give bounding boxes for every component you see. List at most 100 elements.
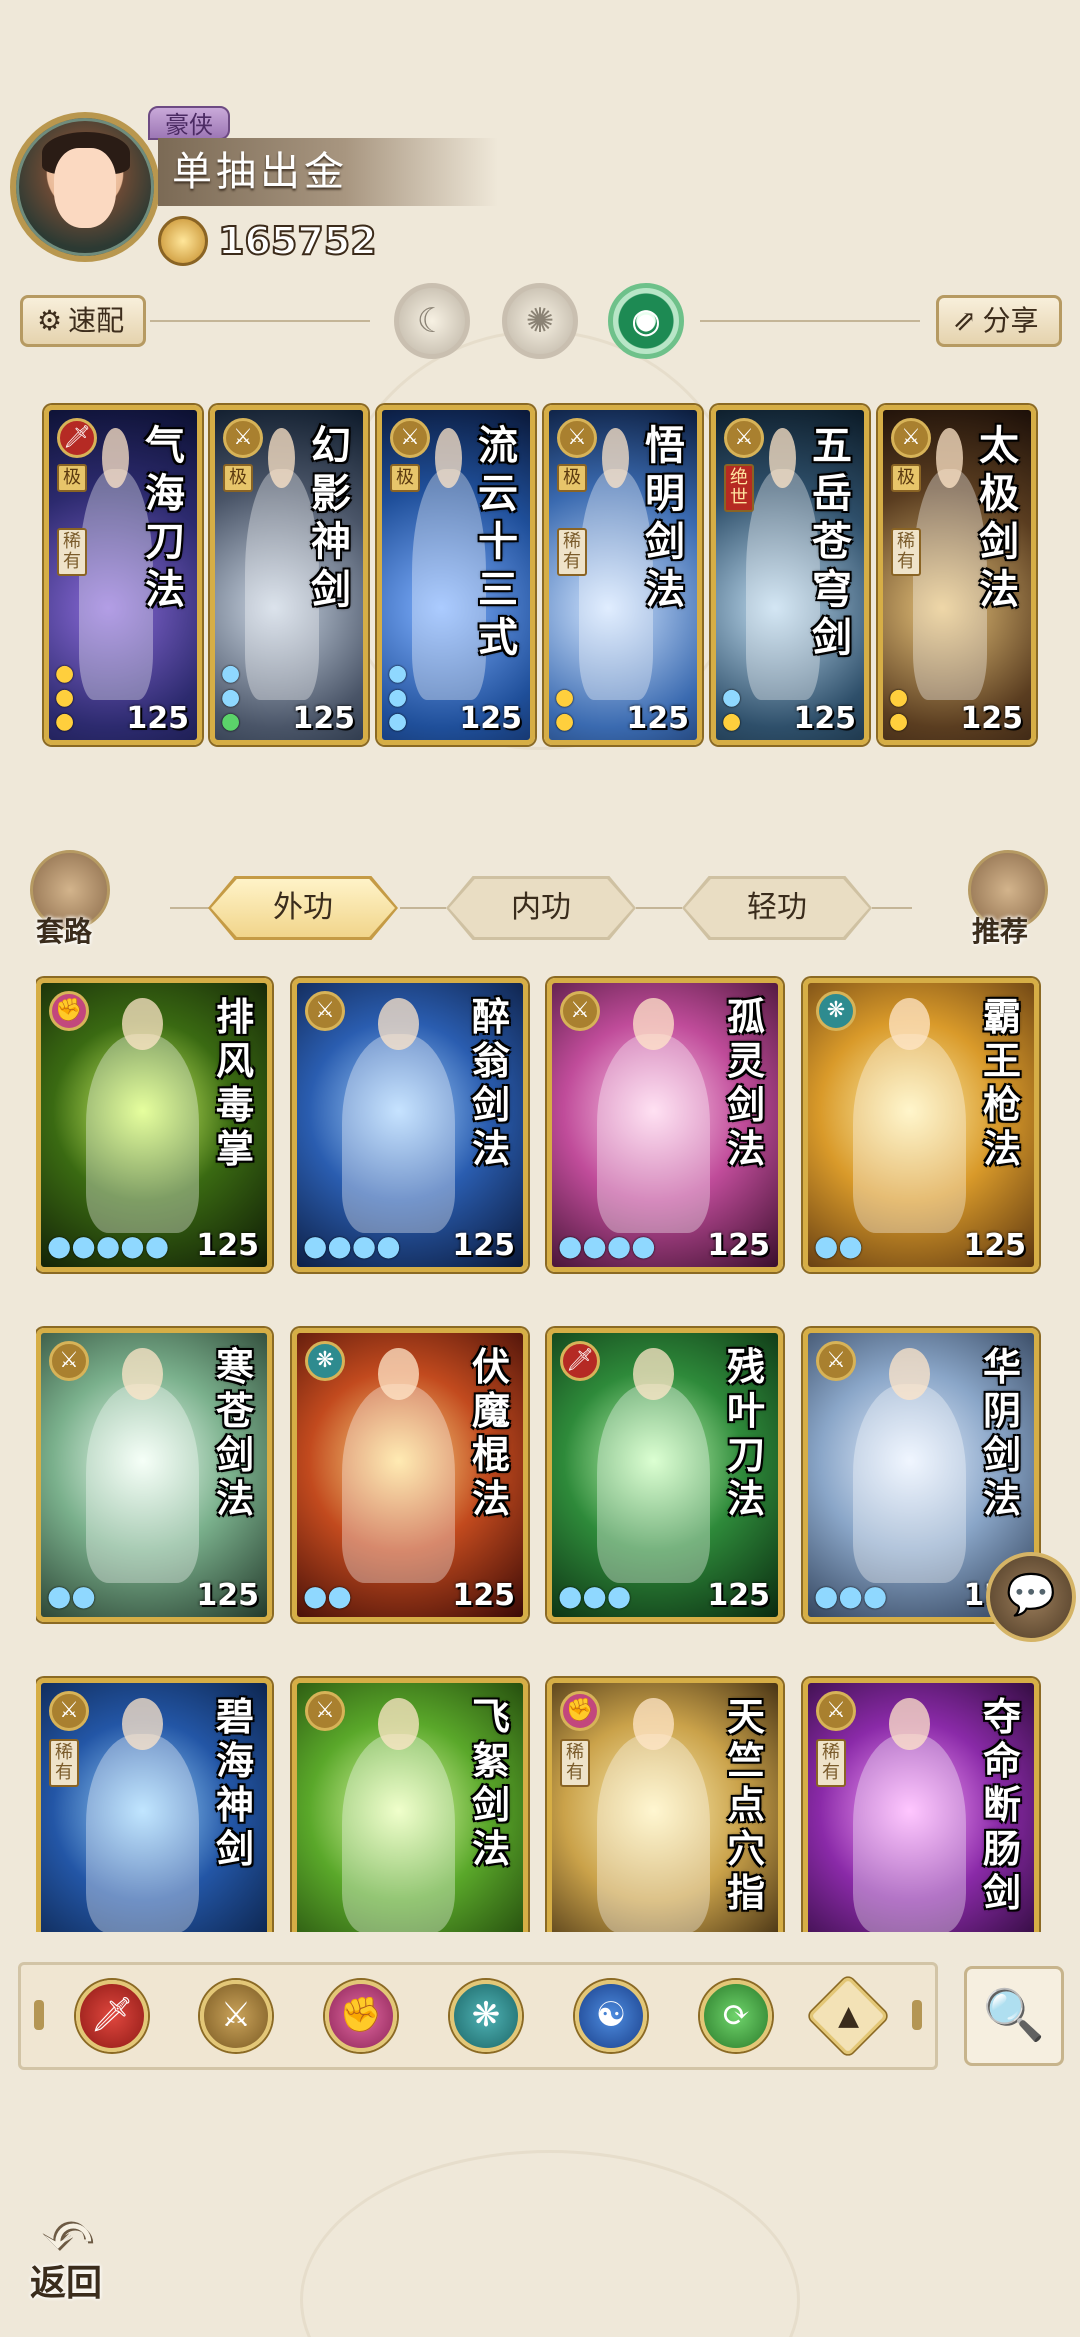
skill-title: 天竺点穴指 xyxy=(726,1694,765,1915)
skill-level: 125 xyxy=(126,701,189,736)
equipped-skill-card[interactable]: ⚔ 悟明剑法 极稀有 ● ● 125 xyxy=(544,405,702,745)
skill-title: 碧海神剑 xyxy=(215,1694,254,1871)
element-badge-icon: ✊ xyxy=(560,1691,600,1731)
skill-card[interactable]: ⚔ 夺命断肠剑 稀有 xyxy=(803,1678,1039,1932)
blade-filter-icon[interactable]: 🗡 xyxy=(76,1980,148,2052)
background-ornament xyxy=(300,2150,800,2337)
share-label: 分享 xyxy=(982,304,1039,337)
divider-line xyxy=(150,320,370,322)
element-badge-icon: 🗡 xyxy=(57,418,97,458)
skill-pips: ●●●● xyxy=(558,1229,656,1262)
sword-filter-icon[interactable]: ⚔ xyxy=(200,1980,272,2052)
tab-light-wrap: 轻功 xyxy=(682,876,872,940)
moon-mode-button[interactable]: ☾ xyxy=(394,283,470,359)
skill-character-art xyxy=(912,427,987,701)
tab-inner-skills[interactable]: 内功 xyxy=(446,876,636,940)
skill-title: 流云十三式 xyxy=(478,422,518,661)
skill-card[interactable]: ❋ 伏魔棍法 ●● 125 xyxy=(292,1328,528,1622)
skill-card[interactable]: ⚔ 醉翁剑法 ●●●● 125 xyxy=(292,978,528,1272)
element-badge-icon: ⚔ xyxy=(223,418,263,458)
skill-level: 125 xyxy=(707,1228,770,1263)
skill-pips: ●●● xyxy=(221,661,241,734)
skill-character-art xyxy=(342,1698,456,1932)
skill-card-grid[interactable]: ✊ 排风毒掌 ●●●●● 125 ⚔ 醉翁剑法 ●●●● 125 ⚔ 孤灵剑法 ●●●● 125 ❋ 霸王… xyxy=(36,974,1048,1932)
search-button[interactable]: 🔍 xyxy=(964,1966,1064,2066)
grade-tag: 极 xyxy=(223,464,253,492)
skill-card[interactable]: ⚔ 碧海神剑 稀有 xyxy=(36,1678,272,1932)
tab-outer-skills[interactable]: 外功 xyxy=(208,876,398,940)
element-badge-icon: ⚔ xyxy=(49,1691,89,1731)
skill-title: 伏魔棍法 xyxy=(471,1344,510,1521)
skill-character-art xyxy=(597,1348,711,1583)
equipped-skill-card[interactable]: ⚔ 流云十三式 极 ● ● ● 125 xyxy=(377,405,535,745)
swirl-filter-icon[interactable]: ⟳ xyxy=(700,1980,772,2052)
skill-card[interactable]: ⚔ 寒苍剑法 ●● 125 xyxy=(36,1328,272,1622)
sun-mode-button[interactable]: ✺ xyxy=(502,283,578,359)
skill-title: 悟明剑法 xyxy=(645,422,685,613)
rarity-tag: 稀有 xyxy=(560,1739,590,1787)
fan-filter-icon[interactable]: ❋ xyxy=(450,1980,522,2052)
share-icon: ⇗ xyxy=(953,304,977,337)
speed-match-label: 速配 xyxy=(68,304,125,337)
skill-pips: ●●● xyxy=(388,661,408,734)
recommend-label: 推荐 xyxy=(972,915,1029,948)
routines-label: 套路 xyxy=(36,915,93,948)
skill-title: 飞絮剑法 xyxy=(471,1694,510,1871)
skill-card[interactable]: ✊ 排风毒掌 ●●●●● 125 xyxy=(36,978,272,1272)
back-label: 返回 xyxy=(30,2262,103,2304)
skill-pips: ●● xyxy=(555,685,575,734)
wheel-mode-button[interactable]: ◉ xyxy=(608,283,684,359)
skill-title: 寒苍剑法 xyxy=(215,1344,254,1521)
skill-level: 125 xyxy=(707,1578,770,1613)
fist-filter-icon[interactable]: ✊ xyxy=(325,1980,397,2052)
divider-line xyxy=(400,907,446,909)
skill-card[interactable]: ❋ 霸王枪法 ●● 125 xyxy=(803,978,1039,1272)
skill-title: 华阴剑法 xyxy=(982,1344,1021,1521)
equipped-skill-card[interactable]: 🗡 气海刀法 极稀有 ● ● ● 125 xyxy=(44,405,202,745)
element-badge-icon: ⚔ xyxy=(305,991,345,1031)
element-badge-icon: ⚔ xyxy=(816,1341,856,1381)
divider-line xyxy=(700,320,920,322)
skill-level: 125 xyxy=(292,701,355,736)
element-badge-icon: 🗡 xyxy=(560,1341,600,1381)
skill-title: 五岳苍穹剑 xyxy=(812,422,852,661)
tab-light-skills[interactable]: 轻功 xyxy=(682,876,872,940)
skill-level: 125 xyxy=(452,1578,515,1613)
player-rank-badge: 豪侠 xyxy=(148,106,230,140)
tab-outer-wrap: 外功 xyxy=(208,876,398,940)
grade-tag: 极 xyxy=(891,464,921,492)
skill-card[interactable]: 🗡 残叶刀法 ●●● 125 xyxy=(547,1328,783,1622)
speed-match-button[interactable]: ⚙ 速配 xyxy=(20,295,146,347)
player-avatar[interactable] xyxy=(10,112,160,262)
element-badge-icon: ⚔ xyxy=(305,1691,345,1731)
grade-tag: 极 xyxy=(57,464,87,492)
coin-count: 165752 xyxy=(217,218,378,264)
element-badge-icon: ⚔ xyxy=(891,418,931,458)
skill-card[interactable]: ✊ 天竺点穴指 稀有 xyxy=(547,1678,783,1932)
grade-tag: 绝世 xyxy=(724,464,754,512)
element-badge-icon: ❋ xyxy=(305,1341,345,1381)
equipped-skill-card[interactable]: ⚔ 五岳苍穹剑 绝世 ● ● 125 xyxy=(711,405,869,745)
skill-title: 夺命断肠剑 xyxy=(982,1694,1021,1915)
share-button[interactable]: ⇗ 分享 xyxy=(936,295,1062,347)
filter-bar-end-cap xyxy=(912,2000,922,2030)
back-button[interactable]: ↶ 返回 xyxy=(24,2190,144,2310)
skill-character-art xyxy=(78,427,153,701)
skill-card[interactable]: ⚔ 飞絮剑法 xyxy=(292,1678,528,1932)
skill-title: 残叶刀法 xyxy=(726,1344,765,1521)
skill-character-art xyxy=(244,427,319,701)
divider-line xyxy=(872,907,912,909)
chat-button[interactable]: 💬 xyxy=(986,1552,1076,1642)
skill-card[interactable]: ⚔ 孤灵剑法 ●●●● 125 xyxy=(547,978,783,1272)
skill-character-art xyxy=(597,998,711,1233)
equipped-skill-card[interactable]: ⚔ 幻影神剑 极 ● ● ● 125 xyxy=(210,405,368,745)
element-badge-icon: ⚔ xyxy=(557,418,597,458)
rarity-tag: 稀有 xyxy=(891,528,921,576)
grade-tag: 极 xyxy=(557,464,587,492)
wheel-icon: ◉ xyxy=(631,301,661,341)
skill-level: 125 xyxy=(452,1228,515,1263)
skill-pips: ●●●● xyxy=(303,1229,401,1262)
element-badge-icon: ⚔ xyxy=(390,418,430,458)
equipped-skill-card[interactable]: ⚔ 太极剑法 极稀有 ● ● 125 xyxy=(878,405,1036,745)
yinyang-filter-icon[interactable]: ☯ xyxy=(575,1980,647,2052)
